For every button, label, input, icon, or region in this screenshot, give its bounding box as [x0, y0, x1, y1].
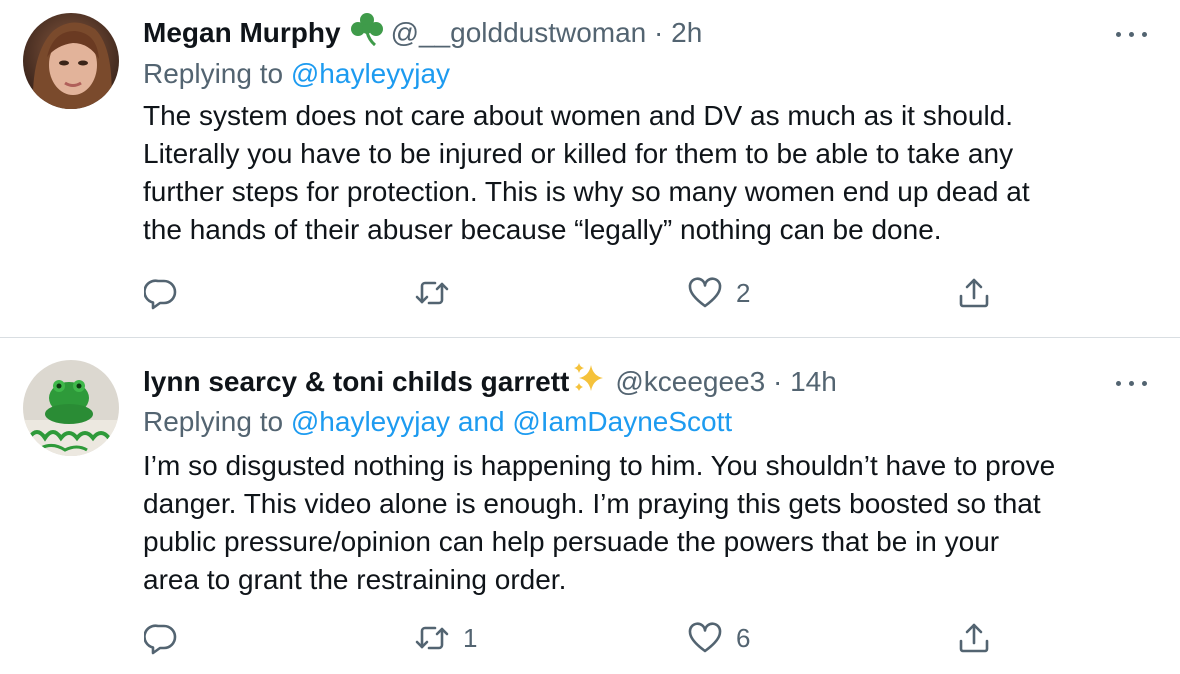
mention-link[interactable]: @hayleyyjay: [291, 58, 450, 89]
tweet-text-line: further steps for protection. This is wh…: [143, 176, 1030, 207]
handle[interactable]: @__golddustwoman: [391, 17, 647, 48]
avatar[interactable]: [23, 13, 119, 109]
heart-icon: [688, 277, 722, 308]
tweet-text-line: The system does not care about women and…: [143, 100, 1014, 131]
tweet-text: The system does not care about women and…: [143, 97, 1163, 249]
tweet-text: I’m so disgusted nothing is happening to…: [143, 447, 1163, 599]
like-count: 2: [736, 277, 751, 308]
tweet-text-line: Literally you have to be injured or kill…: [143, 138, 1014, 169]
avatar-image: [23, 360, 119, 456]
shamrock-icon: [349, 12, 385, 57]
display-name[interactable]: lynn searcy & toni childs garrett: [143, 366, 569, 397]
retweet-icon: [415, 281, 449, 305]
retweet-button[interactable]: 1: [415, 618, 477, 658]
avatar-image: [23, 13, 119, 109]
like-button[interactable]: 2: [688, 273, 750, 313]
sparkles-icon: [571, 361, 607, 406]
separator-dot: ·: [654, 16, 664, 48]
replying-to-label: Replying to: [143, 58, 284, 89]
reply-button[interactable]: [144, 618, 192, 658]
share-icon: [959, 623, 989, 653]
handle[interactable]: @kceegee3: [615, 366, 765, 397]
mention-link[interactable]: @hayleyyjay: [291, 406, 450, 437]
tweet-lynn-searcy[interactable]: lynn searcy & toni childs garrett @kceeg…: [0, 339, 1180, 674]
tweet-text-line: public pressure/opinion can help persuad…: [143, 526, 1000, 557]
avatar[interactable]: [23, 360, 119, 456]
share-icon: [959, 278, 989, 308]
tweet-text-line: I’m so disgusted nothing is happening to…: [143, 450, 1056, 481]
tweet-actions: 1 6: [0, 618, 1180, 658]
replying-to-label: Replying to: [143, 406, 284, 437]
tweet-text-line: danger. This video alone is enough. I’m …: [143, 488, 1041, 519]
reply-button[interactable]: [144, 273, 192, 313]
timestamp[interactable]: 14h: [790, 366, 837, 397]
tweet-text-line: area to grant the restraining order.: [143, 564, 567, 595]
tweet-header: Megan Murphy @__golddustwoman · 2h: [143, 12, 702, 52]
like-button[interactable]: 6: [688, 618, 750, 658]
tweet-text-line: the hands of their abuser because “legal…: [143, 214, 942, 245]
timestamp[interactable]: 2h: [671, 17, 702, 48]
heart-icon: [688, 622, 722, 653]
replying-to: Replying to @hayleyyjay: [143, 54, 450, 94]
more-options-icon[interactable]: [1114, 24, 1150, 44]
replying-to: Replying to @hayleyyjay and @IamDayneSco…: [143, 402, 732, 442]
separator-dot: ·: [772, 365, 783, 397]
mention-link[interactable]: @IamDayneScott: [512, 406, 732, 437]
display-name[interactable]: Megan Murphy: [143, 17, 341, 48]
share-button[interactable]: [957, 273, 991, 313]
mention-joiner[interactable]: and: [458, 406, 505, 437]
share-button[interactable]: [957, 618, 991, 658]
reply-icon: [144, 279, 177, 310]
tweet-header: lynn searcy & toni childs garrett @kceeg…: [143, 361, 837, 401]
tweet-megan-murphy[interactable]: Megan Murphy @__golddustwoman · 2h Reply…: [0, 0, 1180, 338]
retweet-count: 1: [463, 622, 478, 653]
like-count: 6: [736, 622, 751, 653]
retweet-button[interactable]: [415, 273, 463, 313]
retweet-icon: [415, 626, 449, 650]
tweet-actions: 2: [0, 273, 1180, 313]
reply-icon: [144, 624, 177, 655]
more-options-icon[interactable]: [1114, 373, 1150, 393]
